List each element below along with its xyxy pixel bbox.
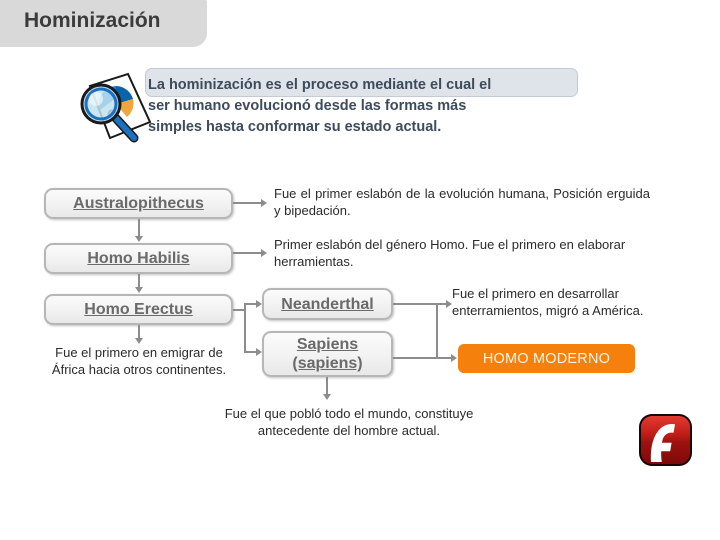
node-australopithecus[interactable]: Australopithecus [44,188,233,219]
node-homo-habilis-label: Homo Habilis [87,250,190,267]
node-homo-moderno[interactable]: HOMO MODERNO [458,344,635,373]
arrow-australopithecus-to-caption [261,199,267,207]
magnifier-document-icon [72,72,156,146]
arrow-sapiens-to-caption [323,394,331,400]
intro-description-text: La hominización es el proceso mediante e… [148,77,492,135]
arrow-habilis-to-erectus [135,287,143,293]
caption-australopithecus: Fue el primer eslabón de la evolución hu… [274,186,650,218]
node-sapiens[interactable]: Sapiens (sapiens) [262,331,393,377]
connector-sapiens-to-moderno [393,357,452,359]
arrow-branch-to-sapiens [256,348,262,356]
connector-merge-rail [436,303,438,358]
connector-sapiens-to-caption [326,377,328,394]
page-title: Hominización [24,9,161,32]
arrow-sapiens-to-moderno [451,354,457,362]
connector-erectus-branch-riser [244,303,246,353]
node-australopithecus-label: Australopithecus [73,195,204,212]
caption-homo-habilis: Primer eslabón del género Homo. Fue el p… [274,237,626,269]
slide-title-tab: Hominización [0,0,207,47]
connector-habilis-to-erectus [138,274,140,287]
connector-habilis-to-caption [233,252,261,254]
node-homo-erectus-label: Homo Erectus [84,301,193,318]
arrow-australopithecus-to-habilis [135,236,143,242]
node-homo-habilis[interactable]: Homo Habilis [44,243,233,274]
connector-neanderthal-to-caption [393,303,447,305]
caption-homo-erectus: Fue el primero en emigrar de África haci… [51,345,227,377]
adobe-flash-logo [637,412,694,468]
arrow-branch-to-neanderthal [256,300,262,308]
node-homo-erectus[interactable]: Homo Erectus [44,294,233,325]
caption-sapiens: Fue el que pobló todo el mundo, constitu… [224,406,474,438]
node-neanderthal-label: Neanderthal [281,295,374,313]
connector-australopithecus-to-caption [233,202,261,204]
connector-australopithecus-to-habilis [138,219,140,236]
arrow-habilis-to-caption [261,249,267,257]
node-neanderthal[interactable]: Neanderthal [262,288,393,320]
node-sapiens-label: Sapiens (sapiens) [292,336,363,372]
caption-neanderthal: Fue el primero en desarrollar enterramie… [452,286,644,318]
connector-erectus-to-caption [138,325,140,338]
node-homo-moderno-label: HOMO MODERNO [482,350,611,367]
